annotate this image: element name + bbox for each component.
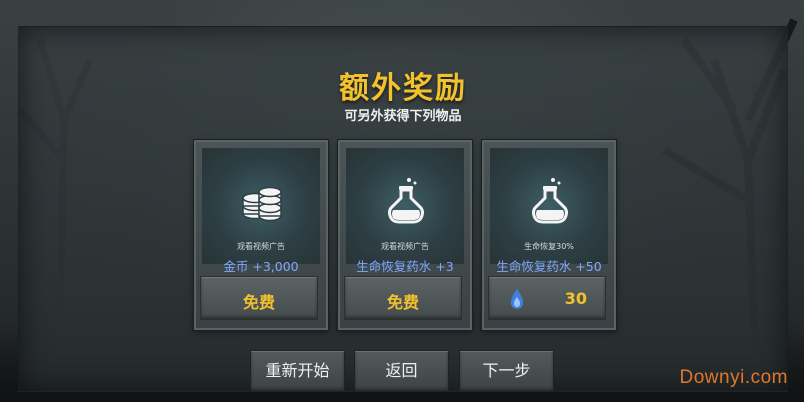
reward-description: 观看视频广告	[381, 242, 429, 251]
button-label: 免费	[242, 293, 275, 312]
reward-amount: 生命恢复药水 +3	[356, 259, 454, 274]
reward-card-potion-paid: 生命恢复30% 生命恢复药水 +50 30	[482, 140, 616, 330]
dialog-subtitle: 可另外获得下列物品	[344, 109, 462, 124]
coins-icon	[242, 186, 282, 222]
next-step-label: 下一步	[482, 361, 531, 380]
reward-description: 生命恢复30%	[524, 242, 574, 251]
free-claim-button[interactable]: 免费	[344, 276, 462, 320]
restart-button[interactable]: 重新开始	[250, 350, 345, 392]
reward-card-panel: 生命恢复30% 生命恢复药水 +50	[490, 148, 608, 274]
potion-icon	[532, 178, 568, 224]
site-watermark: Downyi.com	[679, 367, 788, 388]
restart-label: 重新开始	[265, 361, 330, 380]
reward-card-gold: 观看视频广告 金币 +3,000 免费	[194, 140, 328, 330]
dialog-title: 额外奖励	[339, 71, 467, 106]
back-label: 返回	[385, 361, 418, 380]
button-label: 免费	[386, 293, 419, 312]
reward-amount: 生命恢复药水 +50	[496, 259, 602, 274]
blue-flame-icon	[510, 289, 524, 309]
reward-card-panel: 观看视频广告 金币 +3,000	[202, 148, 320, 274]
reward-card-panel: 观看视频广告 生命恢复药水 +3	[346, 148, 464, 274]
next-step-button[interactable]: 下一步	[459, 350, 554, 392]
cost-value: 30	[564, 289, 587, 308]
buy-with-gems-button[interactable]: 30	[488, 276, 606, 320]
reward-description: 观看视频广告	[237, 242, 285, 251]
free-claim-button[interactable]: 免费	[200, 276, 318, 320]
potion-icon	[388, 178, 424, 224]
bonus-reward-dialog: 额外奖励 可另外获得下列物品 观看视频广告 金币 +3,000 免费 观看视频广…	[18, 26, 788, 392]
reward-card-potion: 观看视频广告 生命恢复药水 +3 免费	[338, 140, 472, 330]
reward-amount: 金币 +3,000	[223, 259, 299, 274]
back-button[interactable]: 返回	[354, 350, 449, 392]
